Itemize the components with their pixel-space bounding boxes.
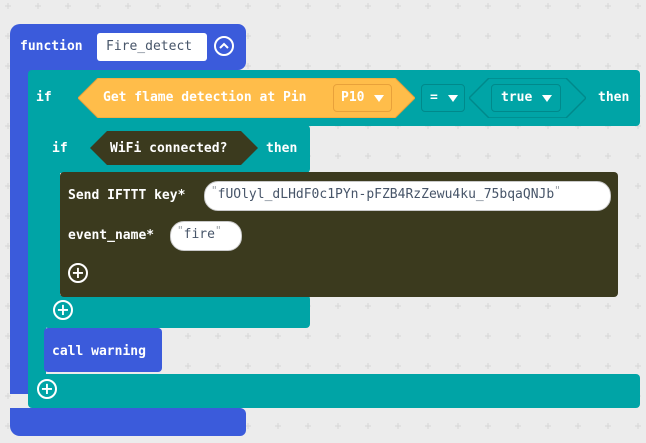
true-value: true — [501, 90, 533, 105]
pin-value: P10 — [341, 90, 365, 105]
operator-dropdown[interactable]: = — [421, 84, 465, 112]
chevron-up-icon[interactable] — [214, 36, 234, 56]
operator-value: = — [430, 90, 438, 105]
triangle-down-icon — [542, 95, 552, 102]
function-name: Fire_detect — [106, 39, 193, 54]
event-name-value: fire — [183, 227, 215, 242]
triangle-down-icon — [448, 95, 458, 102]
event-name-label: event_name* — [68, 228, 155, 243]
event-name-input[interactable]: "fire" — [170, 221, 242, 251]
wifi-connected-label: WiFi connected? — [110, 141, 228, 156]
plus-icon[interactable]: + — [68, 263, 88, 283]
true-dropdown[interactable]: true — [491, 84, 561, 112]
triangle-down-icon — [374, 95, 384, 102]
function-name-field[interactable]: Fire_detect — [97, 33, 207, 61]
plus-icon[interactable]: + — [37, 379, 57, 399]
function-keyword: function — [20, 39, 83, 54]
ifttt-key-label: Send IFTTT key* — [68, 188, 186, 203]
call-warning-label: call warning — [52, 344, 146, 359]
ifttt-key-input[interactable]: "fUOlyl_dLHdF0c1PYn-pFZB4RzZewu4ku_75bqa… — [204, 181, 611, 211]
plus-icon[interactable]: + — [53, 300, 73, 320]
flame-sensor-label: Get flame detection at Pin — [103, 90, 307, 105]
outer-then-label: then — [598, 90, 630, 105]
pin-dropdown[interactable]: P10 — [333, 84, 392, 112]
ifttt-key-value: fUOlyl_dLHdF0c1PYn-pFZB4RzZewu4ku_75bqaQ… — [217, 187, 555, 202]
inner-then-label: then — [266, 141, 298, 156]
outer-if-label: if — [36, 90, 52, 105]
inner-if-label: if — [52, 141, 68, 156]
